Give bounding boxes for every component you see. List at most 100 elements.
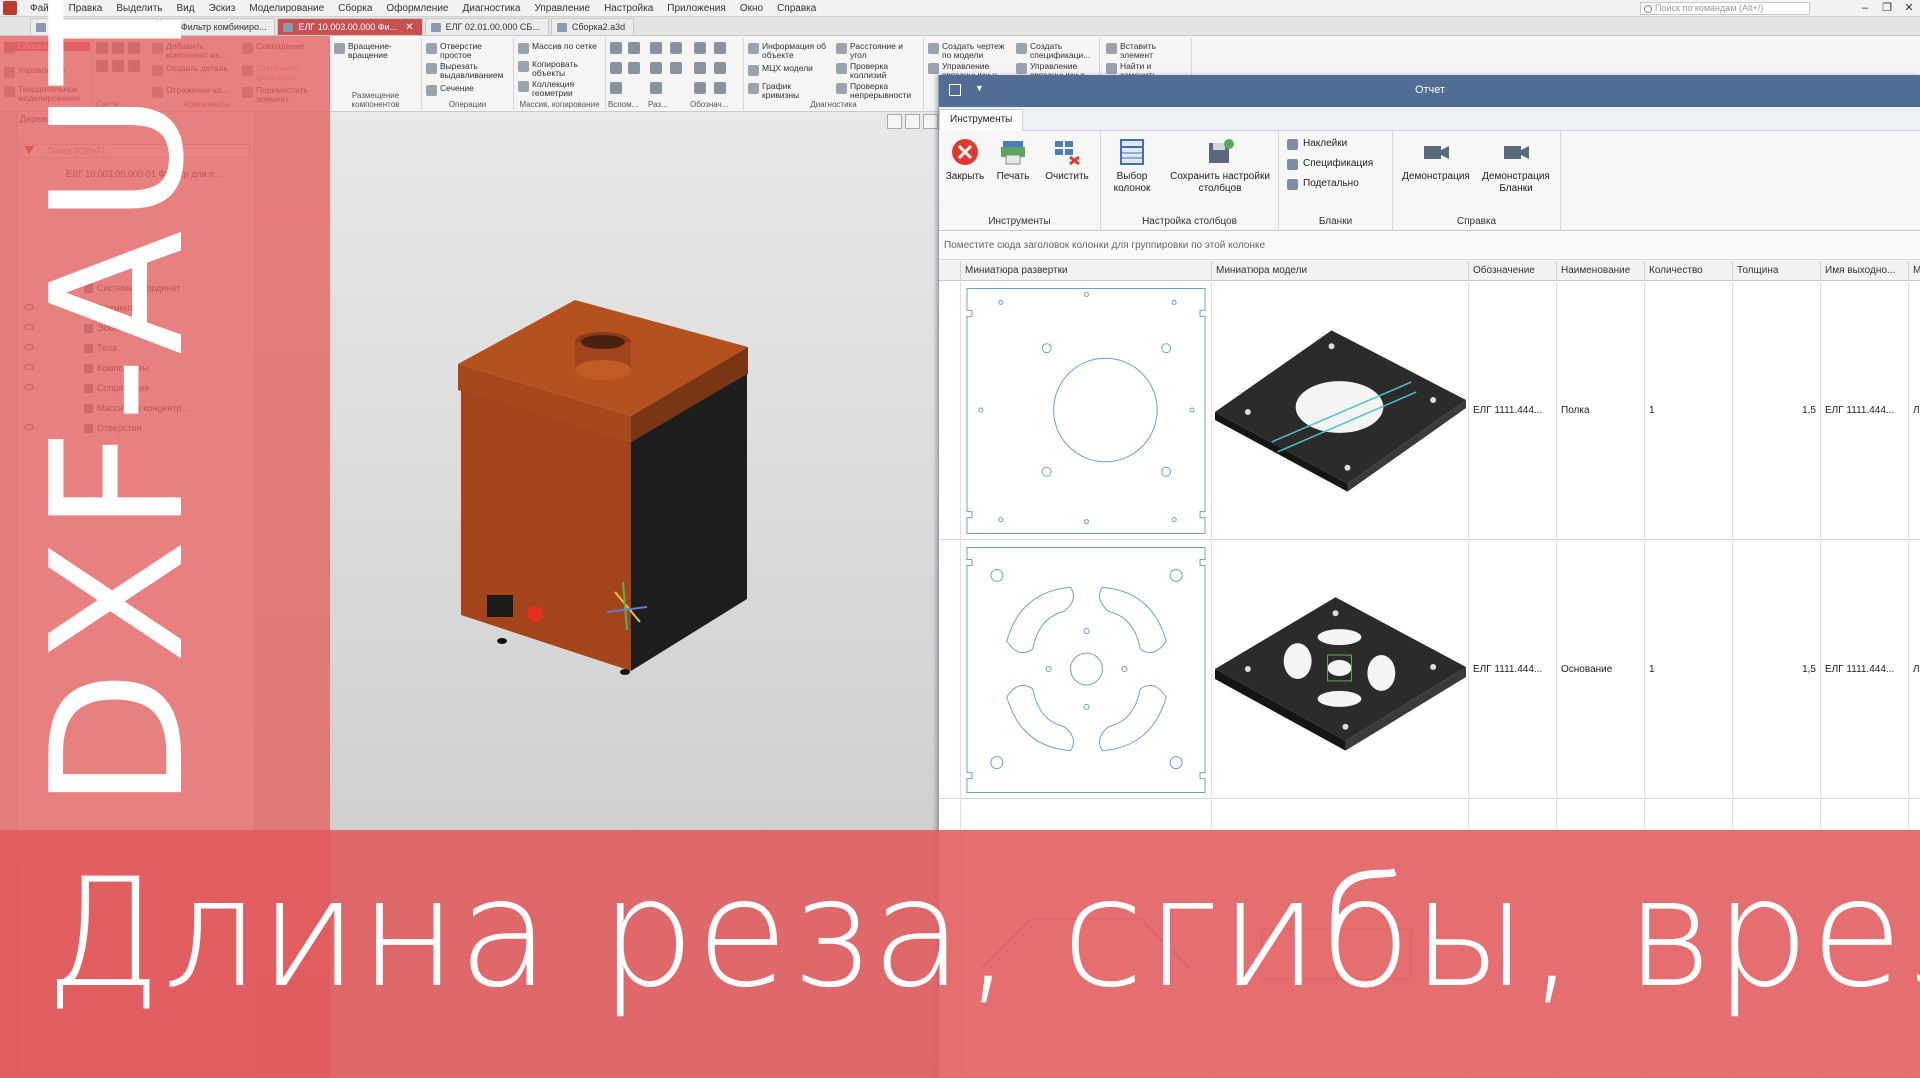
copy-objects-button[interactable]: Копировать объекты: [518, 60, 602, 78]
menu-drafting[interactable]: Оформление: [379, 0, 455, 17]
tab-document-3[interactable]: ЕЛГ 10.003.00.000 Фи... ✕: [277, 18, 423, 35]
menu-assembly[interactable]: Сборка: [331, 0, 379, 17]
menu-window[interactable]: Окно: [733, 0, 770, 17]
collision-check-button[interactable]: Проверка коллизий: [836, 62, 920, 80]
demo-button[interactable]: Демонстрация: [1397, 137, 1475, 183]
document-tabs: ЕЛГ 10.003.00.401 Дн... Фильтр комбиниро…: [0, 17, 1920, 36]
object-info-button[interactable]: Информация об объекте: [748, 42, 828, 60]
insert-element-button[interactable]: Вставить элемент: [1106, 42, 1186, 60]
notation-tool-icon[interactable]: [694, 42, 706, 54]
choose-columns-label: Выбор колонок: [1113, 171, 1151, 194]
section-button[interactable]: Сечение: [426, 84, 474, 96]
size-tool-icon[interactable]: [650, 62, 662, 74]
column-header-extra[interactable]: М: [1909, 261, 1920, 281]
column-header-thickness[interactable]: Толщина: [1733, 261, 1821, 281]
column-header-designation[interactable]: Обозначение: [1469, 261, 1557, 281]
group-label-aux: Вспом...: [608, 100, 639, 109]
size-tool-icon[interactable]: [650, 82, 662, 94]
menu-modeling[interactable]: Моделирование: [242, 0, 331, 17]
disable-fix-button[interactable]: Отключить фиксацию: [242, 64, 317, 82]
geometry-collection-button[interactable]: Коллекция геометрии: [518, 80, 602, 98]
curvature-graph-button[interactable]: График кривизны: [748, 82, 828, 100]
array-grid-button[interactable]: Массив по сетке: [518, 42, 597, 54]
continuity-check-button[interactable]: Проверка непрерывности: [836, 82, 920, 100]
menu-apps[interactable]: Приложения: [660, 0, 733, 17]
size-tool-icon[interactable]: [670, 42, 682, 54]
report-title: Отчет: [1414, 84, 1446, 96]
group-label-operations: Операции: [448, 100, 487, 109]
close-icon[interactable]: ✕: [405, 22, 413, 33]
column-header-name[interactable]: Наименование: [1557, 261, 1645, 281]
menu-manage[interactable]: Управление: [527, 0, 597, 17]
command-search-input[interactable]: Поиск по командам (Alt+/): [1640, 2, 1810, 15]
column-header-unfold-thumb[interactable]: Миниатюра развертки: [961, 261, 1212, 281]
menu-diagnostics[interactable]: Диагностика: [455, 0, 527, 17]
text-tool-icon[interactable]: [714, 82, 726, 94]
clear-button[interactable]: Очистить: [1039, 137, 1095, 183]
create-drawing-button[interactable]: Создать чертеж по модели: [928, 42, 1012, 60]
menu-settings[interactable]: Настройка: [597, 0, 660, 17]
group-by-hint[interactable]: Поместите сюда заголовок колонки для гру…: [939, 232, 1920, 260]
move-element-button[interactable]: Переместить элемент: [242, 86, 322, 104]
minimize-icon[interactable]: –: [1854, 0, 1876, 17]
size-tool-icon[interactable]: [650, 42, 662, 54]
cell-designation: ЕЛГ 1111.444...: [1469, 282, 1557, 539]
restore-icon[interactable]: ❐: [1876, 0, 1898, 17]
cell-name: Основание: [1557, 541, 1645, 798]
table-row[interactable]: ЕЛГ 1111.444... Основание 1 1,5 ЕЛГ 1111…: [939, 541, 1920, 799]
tab-label: ЕЛГ 10.003.00.000 Фи...: [298, 22, 398, 32]
close-window-icon[interactable]: ✕: [1898, 0, 1920, 17]
ribbon-group-diagnostics: Информация об объекте МЦХ модели График …: [744, 38, 924, 110]
demo-forms-button[interactable]: Демонстрация Бланки: [1477, 137, 1555, 195]
app-window: Файл Правка Выделить Вид Эскиз Моделиров…: [0, 0, 1920, 1078]
close-button[interactable]: Закрыть: [943, 137, 987, 183]
size-tool-icon[interactable]: [670, 62, 682, 74]
group-label-placement: Размещение компонентов: [351, 91, 400, 109]
notation-tool-icon[interactable]: [714, 62, 726, 74]
unfold-thumbnail-cell: [961, 541, 1212, 798]
model-foot: [620, 669, 630, 675]
table-row[interactable]: ЕЛГ 1111.444... Полка 1 1,5 ЕЛГ 1111.444…: [939, 282, 1920, 540]
tab-document-5[interactable]: Сборка2.a3d: [550, 18, 635, 35]
row-selector[interactable]: [939, 282, 961, 539]
mcx-model-button[interactable]: МЦХ модели: [748, 64, 813, 76]
notation-tool-icon[interactable]: [694, 62, 706, 74]
model-thumbnail-base: [1214, 596, 1467, 751]
tab-document-4[interactable]: ЕЛГ 02.01.00.000 СБ...: [424, 18, 549, 35]
coincidence-button[interactable]: Совпадение: [242, 42, 305, 54]
column-header-quantity[interactable]: Количество: [1645, 261, 1733, 281]
print-button[interactable]: Печать: [991, 137, 1035, 183]
specification-button[interactable]: Спецификация: [1285, 157, 1373, 171]
row-selector[interactable]: [939, 541, 961, 798]
cell-extra: Л: [1909, 282, 1920, 539]
per-part-button[interactable]: Подетально: [1285, 177, 1359, 191]
aux-tool-icon[interactable]: [610, 82, 622, 94]
close-button-label: Закрыть: [945, 171, 985, 182]
stickers-button[interactable]: Наклейки: [1285, 137, 1347, 151]
cell-output-name: ЕЛГ 1111.444...: [1821, 541, 1909, 798]
aux-tool-icon[interactable]: [610, 42, 622, 54]
report-tabs: Инструменты: [939, 107, 1920, 131]
save-columns-button[interactable]: Сохранить настройки столбцов: [1165, 137, 1275, 195]
cell-thickness: 1,5: [1733, 541, 1821, 798]
column-header-output-name[interactable]: Имя выходно...: [1821, 261, 1909, 281]
choose-columns-button[interactable]: Выбор колонок: [1105, 137, 1159, 195]
notation-tool-icon[interactable]: [714, 42, 726, 54]
tab-label: Сборка2.a3d: [571, 22, 626, 32]
menu-help[interactable]: Справка: [770, 0, 823, 17]
hole-simple-button[interactable]: Отверстие простое: [426, 42, 510, 60]
rotation-button[interactable]: Вращение-вращение: [334, 42, 418, 60]
ribbon-group-aux: Вспом... Раз... Обознач...: [606, 38, 744, 110]
vertical-title: DXF-AUTO: [12, 0, 224, 810]
create-specification-button[interactable]: Создать спецификаци...: [1016, 42, 1100, 60]
cut-extrude-button[interactable]: Вырезать выдавливанием: [426, 62, 510, 80]
column-header-model-thumb[interactable]: Миниатюра модели: [1212, 261, 1469, 281]
tab-tools[interactable]: Инструменты: [939, 109, 1024, 131]
aux-tool-icon[interactable]: [628, 62, 640, 74]
grid-header-selector[interactable]: [939, 261, 961, 281]
aux-tool-icon[interactable]: [610, 62, 622, 74]
unfold-thumbnail-cell: [961, 282, 1212, 539]
aux-tool-icon[interactable]: [628, 42, 640, 54]
distance-angle-button[interactable]: Расстояние и угол: [836, 42, 920, 60]
notation-tool-icon[interactable]: [694, 82, 706, 94]
